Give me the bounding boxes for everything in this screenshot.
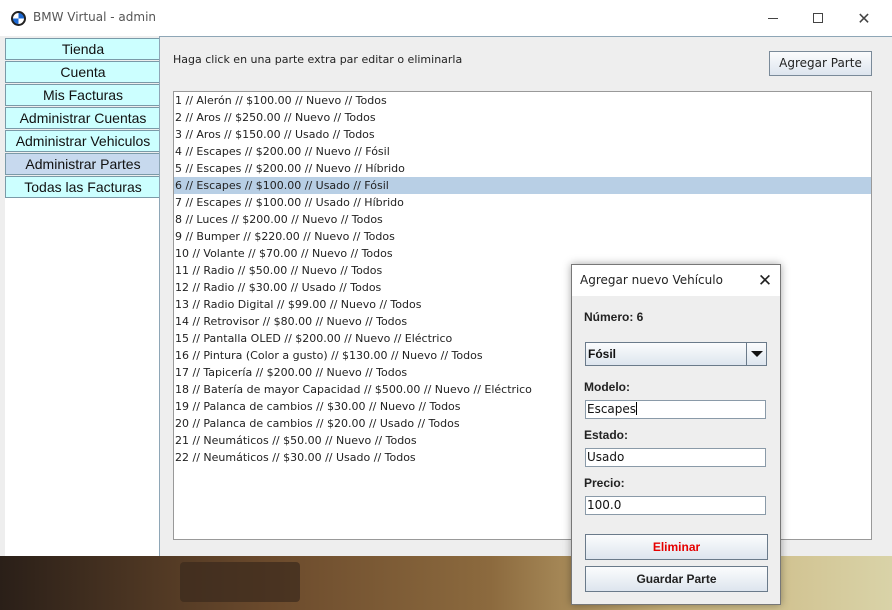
chevron-down-icon[interactable] (746, 343, 766, 365)
window-title: BMW Virtual - admin (33, 10, 157, 24)
list-item[interactable]: 3 // Aros // $150.00 // Usado // Todos (174, 126, 871, 143)
title-bar: BMW Virtual - admin ✕ (0, 0, 892, 36)
tipo-select[interactable]: Fósil (585, 342, 767, 366)
sidebar-tab[interactable]: Mis Facturas (5, 84, 160, 106)
minimize-icon (768, 17, 778, 19)
modelo-value: Escapes (587, 402, 637, 416)
close-icon: ✕ (757, 271, 773, 291)
sidebar-tab[interactable]: Administrar Cuentas (5, 107, 160, 129)
bmw-logo-icon (11, 11, 26, 26)
add-part-button[interactable]: Agregar Parte (769, 51, 872, 76)
maximize-button[interactable] (795, 0, 841, 36)
modelo-input[interactable]: Escapes (585, 400, 766, 419)
modelo-label: Modelo: (584, 380, 630, 394)
sidebar-tab[interactable]: Tienda (5, 38, 160, 60)
sidebar-tab[interactable]: Administrar Partes (5, 153, 160, 175)
sidebar-tab[interactable]: Cuenta (5, 61, 160, 83)
maximize-icon (813, 13, 823, 23)
sidebar-tab[interactable]: Todas las Facturas (5, 176, 160, 198)
list-item[interactable]: 5 // Escapes // $200.00 // Nuevo // Híbr… (174, 160, 871, 177)
dialog-close-button[interactable]: ✕ (750, 267, 780, 295)
precio-input[interactable]: 100.0 (585, 496, 766, 515)
estado-label: Estado: (584, 428, 629, 442)
close-icon: ✕ (857, 8, 871, 28)
minimize-button[interactable] (750, 0, 796, 36)
save-part-button[interactable]: Guardar Parte (585, 566, 768, 592)
instruction-text: Haga click en una parte extra par editar… (173, 53, 463, 66)
dialog-title-bar: Agregar nuevo Vehículo ✕ (572, 265, 780, 296)
close-button[interactable]: ✕ (841, 0, 887, 36)
estado-input[interactable]: Usado (585, 448, 766, 467)
list-item[interactable]: 10 // Volante // $70.00 // Nuevo // Todo… (174, 245, 871, 262)
delete-part-button[interactable]: Eliminar (585, 534, 768, 560)
list-item[interactable]: 2 // Aros // $250.00 // Nuevo // Todos (174, 109, 871, 126)
dialog-title: Agregar nuevo Vehículo (580, 273, 723, 287)
list-item[interactable]: 1 // Alerón // $100.00 // Nuevo // Todos (174, 92, 871, 109)
list-item[interactable]: 4 // Escapes // $200.00 // Nuevo // Fósi… (174, 143, 871, 160)
sidebar-tab[interactable]: Administrar Vehiculos (5, 130, 160, 152)
list-item[interactable]: 6 // Escapes // $100.00 // Usado // Fósi… (174, 177, 871, 194)
list-item[interactable]: 7 // Escapes // $100.00 // Usado // Híbr… (174, 194, 871, 211)
sidebar-filler (5, 198, 160, 556)
edit-part-dialog: Agregar nuevo Vehículo ✕ Número: 6 Fósil… (571, 264, 781, 605)
numero-label: Número: 6 (584, 310, 644, 324)
tipo-select-value: Fósil (588, 347, 617, 361)
list-item[interactable]: 9 // Bumper // $220.00 // Nuevo // Todos (174, 228, 871, 245)
list-item[interactable]: 8 // Luces // $200.00 // Nuevo // Todos (174, 211, 871, 228)
sidebar: Tienda Cuenta Mis Facturas Administrar Cuen… (5, 38, 160, 199)
precio-label: Precio: (584, 476, 625, 490)
text-caret (636, 402, 638, 415)
